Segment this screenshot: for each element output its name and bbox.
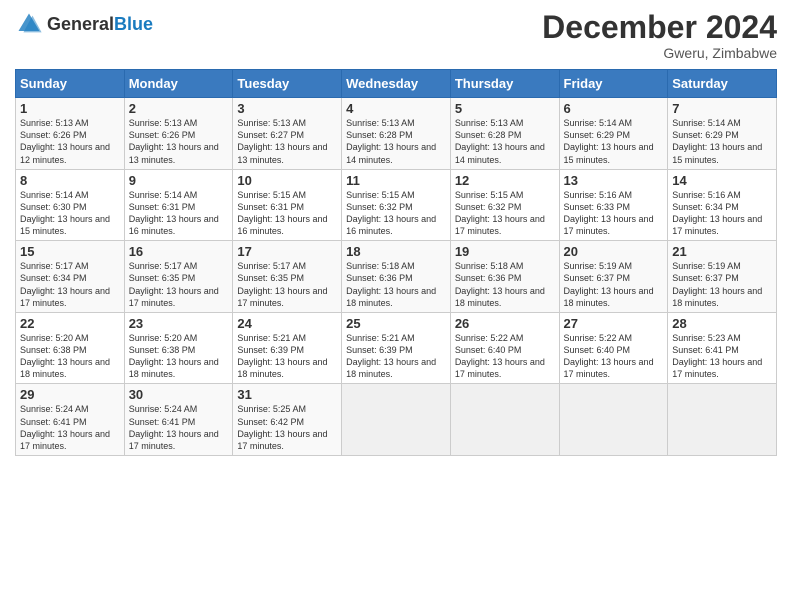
col-friday: Friday — [559, 70, 668, 98]
list-item: 24 Sunrise: 5:21 AMSunset: 6:39 PMDaylig… — [233, 312, 342, 384]
table-row: 29 Sunrise: 5:24 AMSunset: 6:41 PMDaylig… — [16, 384, 777, 456]
list-item: 23 Sunrise: 5:20 AMSunset: 6:38 PMDaylig… — [124, 312, 233, 384]
list-item: 25 Sunrise: 5:21 AMSunset: 6:39 PMDaylig… — [342, 312, 451, 384]
list-item: 13 Sunrise: 5:16 AMSunset: 6:33 PMDaylig… — [559, 169, 668, 241]
list-item: 2 Sunrise: 5:13 AMSunset: 6:26 PMDayligh… — [124, 98, 233, 170]
list-item: 16 Sunrise: 5:17 AMSunset: 6:35 PMDaylig… — [124, 241, 233, 313]
list-item: 28 Sunrise: 5:23 AMSunset: 6:41 PMDaylig… — [668, 312, 777, 384]
subtitle: Gweru, Zimbabwe — [542, 45, 777, 61]
col-thursday: Thursday — [450, 70, 559, 98]
list-item — [342, 384, 451, 456]
list-item: 19 Sunrise: 5:18 AMSunset: 6:36 PMDaylig… — [450, 241, 559, 313]
list-item: 20 Sunrise: 5:19 AMSunset: 6:37 PMDaylig… — [559, 241, 668, 313]
list-item: 1 Sunrise: 5:13 AMSunset: 6:26 PMDayligh… — [16, 98, 125, 170]
page: GeneralBlue December 2024 Gweru, Zimbabw… — [0, 0, 792, 612]
list-item: 7 Sunrise: 5:14 AMSunset: 6:29 PMDayligh… — [668, 98, 777, 170]
list-item: 10 Sunrise: 5:15 AMSunset: 6:31 PMDaylig… — [233, 169, 342, 241]
col-tuesday: Tuesday — [233, 70, 342, 98]
list-item: 11 Sunrise: 5:15 AMSunset: 6:32 PMDaylig… — [342, 169, 451, 241]
list-item: 27 Sunrise: 5:22 AMSunset: 6:40 PMDaylig… — [559, 312, 668, 384]
list-item: 14 Sunrise: 5:16 AMSunset: 6:34 PMDaylig… — [668, 169, 777, 241]
table-row: 1 Sunrise: 5:13 AMSunset: 6:26 PMDayligh… — [16, 98, 777, 170]
list-item — [450, 384, 559, 456]
col-monday: Monday — [124, 70, 233, 98]
calendar-header: Sunday Monday Tuesday Wednesday Thursday… — [16, 70, 777, 98]
list-item: 29 Sunrise: 5:24 AMSunset: 6:41 PMDaylig… — [16, 384, 125, 456]
calendar-table: Sunday Monday Tuesday Wednesday Thursday… — [15, 69, 777, 456]
calendar-body: 1 Sunrise: 5:13 AMSunset: 6:26 PMDayligh… — [16, 98, 777, 456]
list-item — [668, 384, 777, 456]
list-item — [559, 384, 668, 456]
list-item: 4 Sunrise: 5:13 AMSunset: 6:28 PMDayligh… — [342, 98, 451, 170]
title-area: December 2024 Gweru, Zimbabwe — [542, 10, 777, 61]
header: GeneralBlue December 2024 Gweru, Zimbabw… — [15, 10, 777, 61]
col-saturday: Saturday — [668, 70, 777, 98]
list-item: 5 Sunrise: 5:13 AMSunset: 6:28 PMDayligh… — [450, 98, 559, 170]
table-row: 22 Sunrise: 5:20 AMSunset: 6:38 PMDaylig… — [16, 312, 777, 384]
table-row: 15 Sunrise: 5:17 AMSunset: 6:34 PMDaylig… — [16, 241, 777, 313]
main-title: December 2024 — [542, 10, 777, 45]
list-item: 21 Sunrise: 5:19 AMSunset: 6:37 PMDaylig… — [668, 241, 777, 313]
list-item: 18 Sunrise: 5:18 AMSunset: 6:36 PMDaylig… — [342, 241, 451, 313]
list-item: 3 Sunrise: 5:13 AMSunset: 6:27 PMDayligh… — [233, 98, 342, 170]
logo-text: GeneralBlue — [47, 14, 153, 35]
list-item: 12 Sunrise: 5:15 AMSunset: 6:32 PMDaylig… — [450, 169, 559, 241]
list-item: 17 Sunrise: 5:17 AMSunset: 6:35 PMDaylig… — [233, 241, 342, 313]
list-item: 15 Sunrise: 5:17 AMSunset: 6:34 PMDaylig… — [16, 241, 125, 313]
logo: GeneralBlue — [15, 10, 153, 38]
list-item: 22 Sunrise: 5:20 AMSunset: 6:38 PMDaylig… — [16, 312, 125, 384]
list-item: 6 Sunrise: 5:14 AMSunset: 6:29 PMDayligh… — [559, 98, 668, 170]
col-wednesday: Wednesday — [342, 70, 451, 98]
table-row: 8 Sunrise: 5:14 AMSunset: 6:30 PMDayligh… — [16, 169, 777, 241]
list-item: 31 Sunrise: 5:25 AMSunset: 6:42 PMDaylig… — [233, 384, 342, 456]
list-item: 30 Sunrise: 5:24 AMSunset: 6:41 PMDaylig… — [124, 384, 233, 456]
list-item: 8 Sunrise: 5:14 AMSunset: 6:30 PMDayligh… — [16, 169, 125, 241]
col-sunday: Sunday — [16, 70, 125, 98]
list-item: 9 Sunrise: 5:14 AMSunset: 6:31 PMDayligh… — [124, 169, 233, 241]
list-item: 26 Sunrise: 5:22 AMSunset: 6:40 PMDaylig… — [450, 312, 559, 384]
header-row: Sunday Monday Tuesday Wednesday Thursday… — [16, 70, 777, 98]
logo-icon — [15, 10, 43, 38]
